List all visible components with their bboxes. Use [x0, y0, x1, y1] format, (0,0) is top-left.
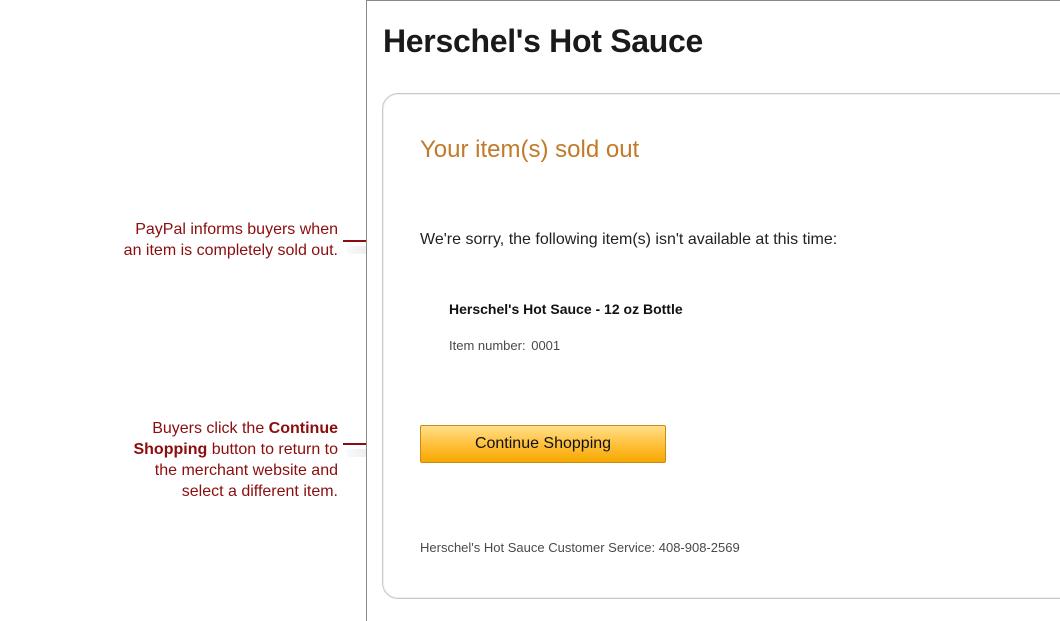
annotation-text: Buyers click the: [152, 420, 269, 437]
annotation-continue-shopping: Buyers click the Continue Shopping butto…: [133, 418, 338, 502]
sold-out-heading: Your item(s) sold out: [420, 136, 640, 163]
annotation-bold-text: Shopping: [133, 441, 208, 458]
annotation-sold-out: PayPal informs buyers when an item is co…: [124, 219, 338, 261]
annotation-line: an item is completely sold out.: [123, 242, 338, 259]
customer-service-info: Herschel's Hot Sauce Customer Service: 4…: [420, 540, 740, 555]
annotation-line: PayPal informs buyers when: [135, 221, 338, 238]
merchant-title: Herschel's Hot Sauce: [383, 23, 703, 59]
sold-out-message: We're sorry, the following item(s) isn't…: [420, 231, 838, 248]
item-name: Herschel's Hot Sauce - 12 oz Bottle: [449, 301, 683, 317]
item-number-value: 0001: [531, 338, 561, 353]
annotation-line: Buyers click the Continue: [133, 418, 338, 439]
annotation-text: button to return to: [207, 441, 338, 458]
paypal-page-panel: Herschel's Hot Sauce Your item(s) sold o…: [366, 0, 1060, 621]
item-number: Item number: 0001: [449, 338, 560, 353]
continue-shopping-button[interactable]: Continue Shopping: [420, 425, 666, 463]
item-number-label: Item number:: [449, 338, 526, 353]
annotation-bold-text: Continue: [268, 420, 338, 437]
annotation-line: Shopping button to return to: [133, 439, 338, 460]
annotation-line: the merchant website and: [154, 462, 338, 479]
annotation-line: select a different item.: [181, 483, 338, 500]
sold-out-card: Your item(s) sold out We're sorry, the f…: [382, 93, 1060, 599]
